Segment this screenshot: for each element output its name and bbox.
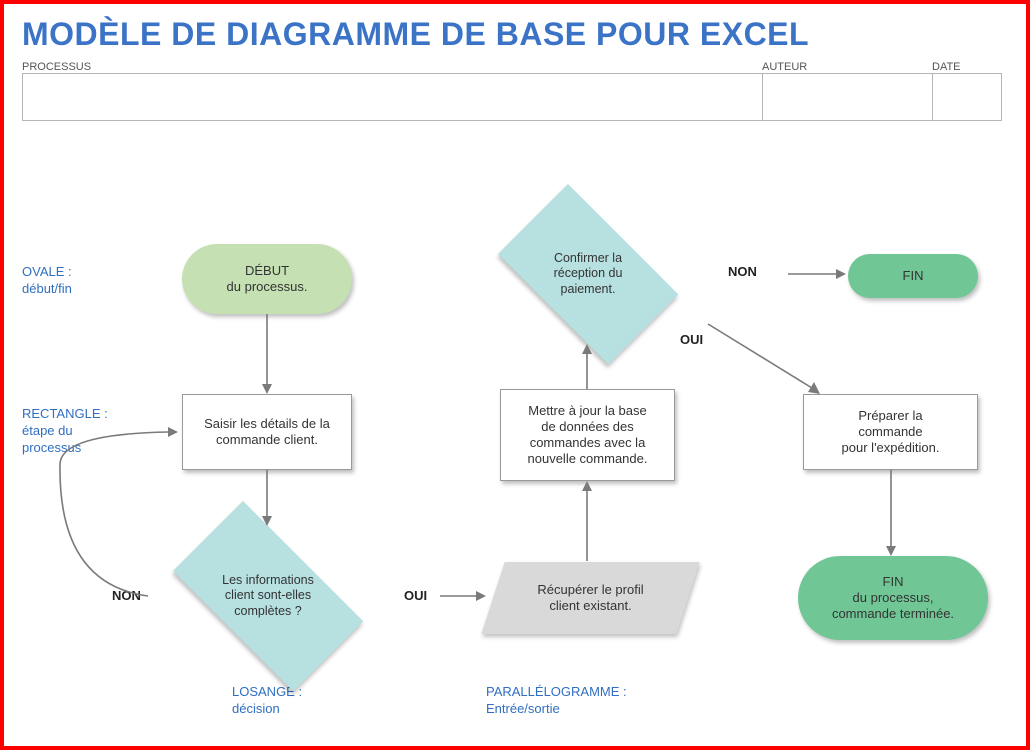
header-label-row: PROCESSUS AUTEUR DATE: [22, 61, 1008, 73]
arrow-start-to-details: [262, 314, 282, 394]
arrow-details-to-decision: [262, 470, 282, 526]
node-confirm-payment-text: Confirmer la réception du paiement.: [478, 204, 698, 344]
header-label-processus: PROCESSUS: [22, 61, 762, 73]
label-non-2: NON: [728, 264, 757, 279]
label-oui-2: OUI: [680, 332, 703, 347]
node-confirm-payment: Confirmer la réception du paiement.: [478, 204, 698, 344]
node-fetch-profile: Récupérer le profil client existant.: [481, 562, 699, 634]
input-auteur[interactable]: [762, 73, 932, 121]
arrow-update-to-confirm: [582, 344, 602, 389]
legend-parallelogramme: PARALLÉLOGRAMME : Entrée/sortie: [486, 684, 627, 718]
node-fin-big: FIN du processus, commande terminée.: [798, 556, 988, 640]
flowchart-canvas: OVALE : début/fin RECTANGLE : étape du p…: [8, 164, 1022, 742]
label-oui-1: OUI: [404, 588, 427, 603]
node-info-complete: Les informations client sont-elles compl…: [148, 526, 388, 666]
arrow-decision-no-loop: [48, 424, 168, 604]
node-update-db: Mettre à jour la base de données des com…: [500, 389, 675, 481]
document-frame: MODÈLE DE DIAGRAMME DE BASE POUR EXCEL P…: [0, 0, 1030, 750]
node-prepare-ship-text: Préparer la commande pour l'expédition.: [804, 395, 977, 469]
node-fin-small: FIN: [848, 254, 978, 298]
node-enter-details: Saisir les détails de la commande client…: [182, 394, 352, 470]
arrow-prepare-to-fin: [886, 470, 906, 556]
page-title: MODÈLE DE DIAGRAMME DE BASE POUR EXCEL: [22, 16, 1008, 53]
input-date[interactable]: [932, 73, 1002, 121]
node-start-text: DÉBUT du processus.: [182, 244, 352, 314]
node-prepare-ship: Préparer la commande pour l'expédition.: [803, 394, 978, 470]
input-processus[interactable]: [22, 73, 762, 121]
arrow-decision-yes-to-fetch: [440, 590, 486, 606]
node-enter-details-text: Saisir les détails de la commande client…: [183, 395, 351, 469]
arrow-fetch-to-update: [582, 481, 602, 561]
node-fin-small-text: FIN: [848, 254, 978, 298]
node-update-db-text: Mettre à jour la base de données des com…: [501, 390, 674, 480]
header-input-row: [22, 73, 1008, 121]
header-label-date: DATE: [932, 61, 1002, 73]
node-fin-big-text: FIN du processus, commande terminée.: [798, 556, 988, 640]
node-start: DÉBUT du processus.: [182, 244, 352, 314]
arrow-confirm-yes-to-prepare: [708, 324, 828, 404]
node-fetch-profile-text: Récupérer le profil client existant.: [493, 562, 688, 634]
arrow-confirm-no-to-fin: [788, 268, 846, 284]
legend-ovale: OVALE : début/fin: [22, 264, 72, 298]
node-info-complete-text: Les informations client sont-elles compl…: [148, 526, 388, 666]
header-label-auteur: AUTEUR: [762, 61, 932, 73]
